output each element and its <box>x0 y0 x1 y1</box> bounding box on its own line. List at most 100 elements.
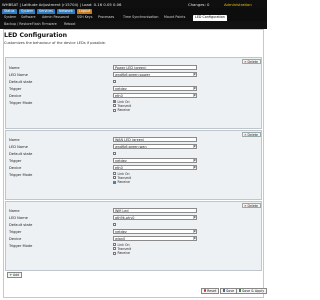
default-state-checkbox[interactable] <box>113 79 116 83</box>
chevron-down-icon: ▼ <box>192 72 196 76</box>
row-name: Name WAN LED (green) <box>6 136 262 143</box>
row-trigger-mode: Trigger Mode Link On Transmit Receive <box>6 99 262 114</box>
led-name-label: LED Name <box>9 144 28 149</box>
row-device: Device eth0 ▼ <box>6 92 262 99</box>
chevron-down-icon: ▼ <box>192 236 196 240</box>
led-name-label: LED Name <box>9 215 28 220</box>
device-label: Device <box>9 93 22 98</box>
receive-label: Receive <box>117 108 130 113</box>
changes-indicator[interactable]: Changes: 0 <box>188 2 209 7</box>
save-apply-label: Save & Apply <box>242 288 265 293</box>
trigger-select[interactable]: netdev ▼ <box>113 85 197 91</box>
trigger-select[interactable]: netdev ▼ <box>113 228 197 234</box>
delete-button[interactable]: ✕Delete <box>241 58 261 64</box>
trigger-select[interactable]: netdev ▼ <box>113 157 197 163</box>
row-trigger-mode: Trigger Mode Link On Transmit Receive <box>6 171 262 186</box>
row-trigger: Trigger netdev ▼ <box>6 85 262 92</box>
led-name-select[interactable]: ath9k-phy0 ▼ <box>113 214 197 220</box>
name-input[interactable]: Power LED (green) <box>113 64 197 70</box>
menu-system[interactable]: System <box>19 9 36 14</box>
changes-count: 0 <box>207 1 210 7</box>
trigger-label: Trigger <box>9 158 22 163</box>
tab-reboot[interactable]: Reboot <box>62 22 78 28</box>
chevron-down-icon: ▼ <box>192 158 196 162</box>
device-select[interactable]: wlan0 ▼ <box>113 235 197 241</box>
save-icon <box>222 289 226 293</box>
chevron-down-icon: ▼ <box>192 215 196 219</box>
trigger-mode-options: Link On Transmit Receive <box>113 100 131 113</box>
system-submenu-row2: Backup / Restore Flash Firmware Reboot <box>0 21 267 29</box>
name-input[interactable]: Wifi Led <box>113 207 197 213</box>
row-device: Device wlan0 ▼ <box>6 235 262 242</box>
trigger-label: Trigger <box>9 229 22 234</box>
link-on-checkbox[interactable] <box>113 100 116 104</box>
receive-label: Receive <box>117 251 130 256</box>
chevron-down-icon: ▼ <box>192 229 196 233</box>
receive-checkbox[interactable] <box>113 251 116 255</box>
plus-icon: + <box>9 273 13 277</box>
link-on-checkbox[interactable] <box>113 172 116 176</box>
default-state-checkbox[interactable] <box>113 222 116 226</box>
hostname-load: WHBSAT | Latitude Adjustment (r15704) | … <box>2 1 122 7</box>
page-description: Customizes the behaviour of the device L… <box>4 41 107 45</box>
option-receive[interactable]: Receive <box>113 251 131 255</box>
led-name-value: wndfb6:green:wan <box>115 144 147 149</box>
device-value: eth0 <box>115 93 123 98</box>
menu-logout[interactable]: Logout <box>77 9 93 14</box>
name-input[interactable]: WAN LED (green) <box>113 136 197 142</box>
add-label: Add <box>12 273 20 277</box>
led-name-select[interactable]: wndfb6:green:power ▼ <box>113 71 197 77</box>
device-value: wlan0 <box>115 236 126 241</box>
delete-icon: ✕ <box>244 59 247 64</box>
trigger-label: Trigger <box>9 86 22 91</box>
reset-icon <box>203 289 207 293</box>
administration-link[interactable]: Administration <box>224 2 252 7</box>
top-status-bar: WHBSAT | Latitude Adjustment (r15704) | … <box>0 0 267 8</box>
menu-services[interactable]: Services <box>37 9 55 14</box>
form-actions: Reset Save Save & Apply <box>3 286 267 298</box>
transmit-checkbox[interactable] <box>113 247 116 251</box>
menu-network[interactable]: Network <box>57 9 75 14</box>
row-name: Name Power LED (green) <box>6 64 262 71</box>
apply-icon <box>238 289 242 293</box>
changes-label: Changes: <box>188 1 206 7</box>
name-label: Name <box>9 137 20 142</box>
led-name-select[interactable]: wndfb6:green:wan ▼ <box>113 143 197 149</box>
trigger-mode-label: Trigger Mode <box>9 100 33 105</box>
device-select[interactable]: eth0 ▼ <box>113 92 197 98</box>
receive-checkbox[interactable] <box>113 180 116 184</box>
save-label: Save <box>226 288 235 293</box>
device-value: eth0 <box>115 165 123 170</box>
transmit-checkbox[interactable] <box>113 176 116 180</box>
led-name-value: wndfb6:green:power <box>115 72 151 77</box>
save-apply-button[interactable]: Save & Apply <box>236 287 267 294</box>
trigger-value: netdev <box>115 86 127 91</box>
menu-status[interactable]: Status <box>2 9 17 14</box>
trigger-mode-options: Link On Transmit Receive <box>113 243 131 256</box>
led-name-value: ath9k-phy0 <box>115 215 135 220</box>
receive-label: Receive <box>117 180 130 185</box>
row-led-name: LED Name wndfb6:green:power ▼ <box>6 71 262 78</box>
add-led-button[interactable]: +Add <box>7 272 22 278</box>
chevron-down-icon: ▼ <box>192 93 196 97</box>
trigger-mode-label: Trigger Mode <box>9 172 33 177</box>
trigger-value: netdev <box>115 229 127 234</box>
led-section-power: ✕Delete Name Power LED (green) LED Name … <box>5 57 262 129</box>
default-state-label: Default state <box>9 79 33 84</box>
trigger-mode-options: Link On Transmit Receive <box>113 172 131 185</box>
default-state-checkbox[interactable] <box>113 151 116 155</box>
receive-checkbox[interactable] <box>113 108 116 112</box>
option-receive[interactable]: Receive <box>113 180 131 184</box>
chevron-down-icon: ▼ <box>192 144 196 148</box>
option-receive[interactable]: Receive <box>113 108 131 112</box>
save-button[interactable]: Save <box>220 287 237 294</box>
row-default-state: Default state <box>6 150 262 157</box>
device-select[interactable]: eth0 ▼ <box>113 164 197 170</box>
name-label: Name <box>9 65 20 70</box>
row-trigger-mode: Trigger Mode Link On Transmit Receive <box>6 242 262 257</box>
link-on-checkbox[interactable] <box>113 243 116 247</box>
row-led-name: LED Name wndfb6:green:wan ▼ <box>6 143 262 150</box>
reset-button[interactable]: Reset <box>201 287 219 294</box>
transmit-checkbox[interactable] <box>113 104 116 108</box>
tab-flash-firmware[interactable]: Flash Firmware <box>30 22 59 28</box>
